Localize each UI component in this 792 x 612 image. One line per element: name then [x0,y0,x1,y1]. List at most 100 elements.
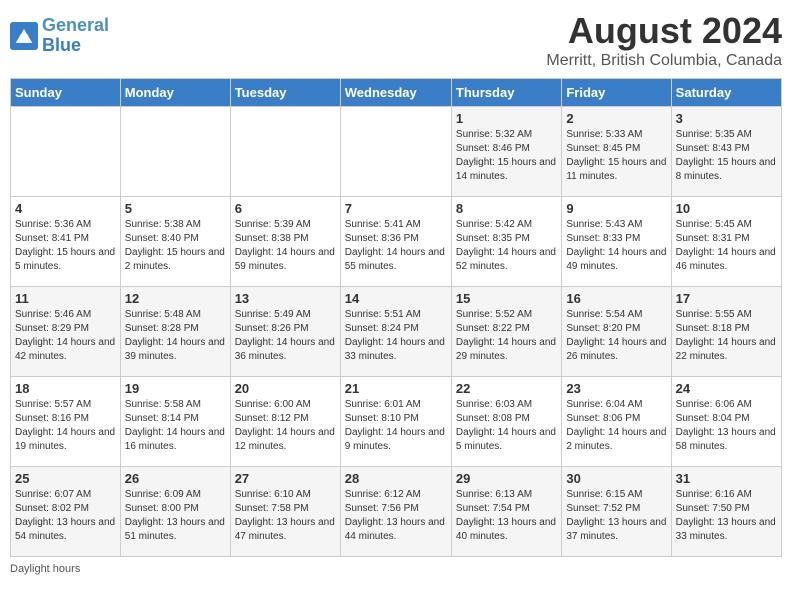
logo-text: General Blue [42,16,109,56]
day-number: 8 [456,201,557,216]
calendar-cell: 6 Sunrise: 5:39 AMSunset: 8:38 PMDaylight… [230,197,340,287]
day-number: 28 [345,471,447,486]
day-info: Sunrise: 5:39 AMSunset: 8:38 PMDaylight:… [235,218,336,274]
calendar-cell: 4Sunrise: 5:36 AMSunset: 8:41 PMDaylight… [11,197,121,287]
calendar-cell [120,107,230,197]
calendar-cell: 11 Sunrise: 5:46 AMSunset: 8:29 PMDayligh… [11,287,121,377]
day-info: Sunrise: 6:03 AMSunset: 8:08 PMDaylight:… [456,398,557,454]
day-header-saturday: Saturday [671,79,781,107]
day-info: Sunrise: 6:16 AMSunset: 7:50 PMDaylight:… [676,488,777,544]
calendar-cell [11,107,121,197]
calendar-cell: 30 Sunrise: 6:15 AMSunset: 7:52 PMDayligh… [562,467,671,557]
day-number: 13 [235,291,336,306]
day-number: 14 [345,291,447,306]
day-number: 27 [235,471,336,486]
calendar-cell: 21 Sunrise: 6:01 AMSunset: 8:10 PMDayligh… [340,377,451,467]
calendar-cell: 31 Sunrise: 6:16 AMSunset: 7:50 PMDayligh… [671,467,781,557]
day-header-sunday: Sunday [11,79,121,107]
calendar-cell: 15Sunrise: 5:52 AMSunset: 8:22 PMDayligh… [451,287,561,377]
day-info: Sunrise: 5:38 AMSunset: 8:40 PMDaylight:… [125,218,226,274]
logo-icon [10,22,38,50]
page-title: August 2024 [546,10,782,52]
day-info: Sunrise: 6:09 AMSunset: 8:00 PMDaylight:… [125,488,226,544]
day-info: Sunrise: 5:55 AMSunset: 8:18 PMDaylight:… [676,308,777,364]
calendar-cell: 13 Sunrise: 5:49 AMSunset: 8:26 PMDayligh… [230,287,340,377]
calendar-cell: 14 Sunrise: 5:51 AMSunset: 8:24 PMDayligh… [340,287,451,377]
calendar-cell: 26 Sunrise: 6:09 AMSunset: 8:00 PMDayligh… [120,467,230,557]
day-info: Sunrise: 5:52 AMSunset: 8:22 PMDaylight:… [456,308,557,364]
day-number: 20 [235,381,336,396]
day-number: 23 [566,381,666,396]
week-row-2: 4Sunrise: 5:36 AMSunset: 8:41 PMDaylight… [11,197,782,287]
day-header-row: SundayMondayTuesdayWednesdayThursdayFrid… [11,79,782,107]
day-number: 12 [125,291,226,306]
day-info: Sunrise: 5:46 AMSunset: 8:29 PMDaylight:… [15,308,116,364]
calendar-cell: 22 Sunrise: 6:03 AMSunset: 8:08 PMDayligh… [451,377,561,467]
day-header-tuesday: Tuesday [230,79,340,107]
day-number: 30 [566,471,666,486]
day-info: Sunrise: 5:48 AMSunset: 8:28 PMDaylight:… [125,308,226,364]
title-area: August 2024 Merritt, British Columbia, C… [546,10,782,70]
calendar-cell: 3Sunrise: 5:35 AMSunset: 8:43 PMDaylight… [671,107,781,197]
day-info: Sunrise: 6:10 AMSunset: 7:58 PMDaylight:… [235,488,336,544]
day-info: Sunrise: 5:32 AMSunset: 8:46 PMDaylight:… [456,128,557,184]
day-info: Sunrise: 5:35 AMSunset: 8:43 PMDaylight:… [676,128,777,184]
day-header-monday: Monday [120,79,230,107]
day-number: 16 [566,291,666,306]
day-number: 31 [676,471,777,486]
calendar-cell: 7Sunrise: 5:41 AMSunset: 8:36 PMDaylight… [340,197,451,287]
calendar-cell: 17Sunrise: 5:55 AMSunset: 8:18 PMDayligh… [671,287,781,377]
header: General Blue August 2024 Merritt, Britis… [10,10,782,70]
day-number: 4 [15,201,116,216]
day-header-friday: Friday [562,79,671,107]
day-info: Sunrise: 5:58 AMSunset: 8:14 PMDaylight:… [125,398,226,454]
day-number: 6 [235,201,336,216]
calendar-cell: 8 Sunrise: 5:42 AMSunset: 8:35 PMDaylight… [451,197,561,287]
day-number: 10 [676,201,777,216]
day-info: Sunrise: 5:33 AMSunset: 8:45 PMDaylight:… [566,128,666,184]
calendar-cell: 10 Sunrise: 5:45 AMSunset: 8:31 PMDayligh… [671,197,781,287]
calendar-cell [340,107,451,197]
day-info: Sunrise: 6:00 AMSunset: 8:12 PMDaylight:… [235,398,336,454]
calendar-cell: 19 Sunrise: 5:58 AMSunset: 8:14 PMDayligh… [120,377,230,467]
day-header-thursday: Thursday [451,79,561,107]
page-subtitle: Merritt, British Columbia, Canada [546,52,782,70]
day-number: 2 [566,111,666,126]
logo: General Blue [10,16,109,56]
calendar-cell [230,107,340,197]
day-info: Sunrise: 5:57 AMSunset: 8:16 PMDaylight:… [15,398,116,454]
day-number: 24 [676,381,777,396]
calendar-cell: 18 Sunrise: 5:57 AMSunset: 8:16 PMDayligh… [11,377,121,467]
calendar-cell: 16Sunrise: 5:54 AMSunset: 8:20 PMDayligh… [562,287,671,377]
calendar-cell: 28Sunrise: 6:12 AMSunset: 7:56 PMDayligh… [340,467,451,557]
day-info: Sunrise: 5:45 AMSunset: 8:31 PMDaylight:… [676,218,777,274]
day-number: 22 [456,381,557,396]
day-number: 29 [456,471,557,486]
calendar-cell: 20 Sunrise: 6:00 AMSunset: 8:12 PMDayligh… [230,377,340,467]
day-number: 5 [125,201,226,216]
week-row-1: 1Sunrise: 5:32 AMSunset: 8:46 PMDaylight… [11,107,782,197]
calendar-table: SundayMondayTuesdayWednesdayThursdayFrid… [10,78,782,557]
day-info: Sunrise: 5:42 AMSunset: 8:35 PMDaylight:… [456,218,557,274]
calendar-cell: 5 Sunrise: 5:38 AMSunset: 8:40 PMDaylight… [120,197,230,287]
calendar-cell: 25 Sunrise: 6:07 AMSunset: 8:02 PMDayligh… [11,467,121,557]
day-number: 26 [125,471,226,486]
week-row-3: 11 Sunrise: 5:46 AMSunset: 8:29 PMDayligh… [11,287,782,377]
day-number: 11 [15,291,116,306]
day-info: Sunrise: 6:04 AMSunset: 8:06 PMDaylight:… [566,398,666,454]
day-info: Sunrise: 6:07 AMSunset: 8:02 PMDaylight:… [15,488,116,544]
day-info: Sunrise: 6:15 AMSunset: 7:52 PMDaylight:… [566,488,666,544]
calendar-cell: 23 Sunrise: 6:04 AMSunset: 8:06 PMDayligh… [562,377,671,467]
day-info: Sunrise: 5:41 AMSunset: 8:36 PMDaylight:… [345,218,447,274]
day-info: Sunrise: 5:51 AMSunset: 8:24 PMDaylight:… [345,308,447,364]
day-number: 18 [15,381,116,396]
day-number: 19 [125,381,226,396]
day-header-wednesday: Wednesday [340,79,451,107]
day-info: Sunrise: 5:49 AMSunset: 8:26 PMDaylight:… [235,308,336,364]
day-number: 25 [15,471,116,486]
day-info: Sunrise: 6:01 AMSunset: 8:10 PMDaylight:… [345,398,447,454]
week-row-5: 25 Sunrise: 6:07 AMSunset: 8:02 PMDayligh… [11,467,782,557]
day-number: 21 [345,381,447,396]
calendar-cell: 1Sunrise: 5:32 AMSunset: 8:46 PMDaylight… [451,107,561,197]
calendar-cell: 9Sunrise: 5:43 AMSunset: 8:33 PMDaylight… [562,197,671,287]
